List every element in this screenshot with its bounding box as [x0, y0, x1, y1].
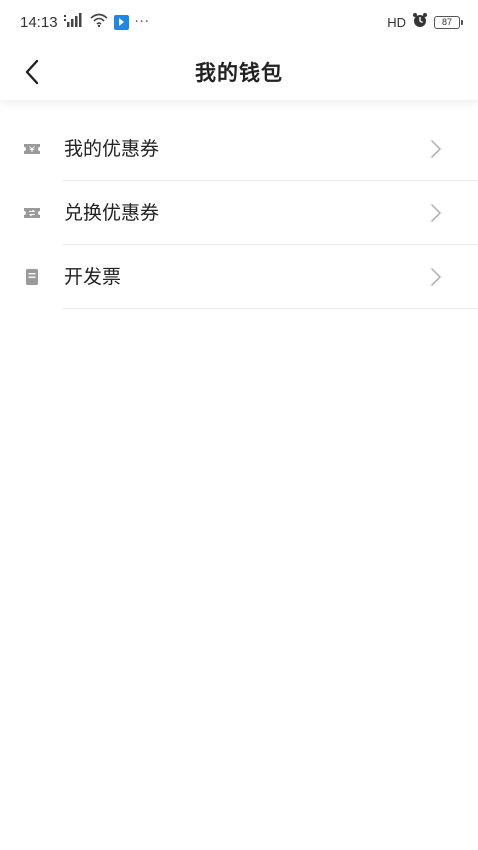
chevron-right-icon	[431, 204, 441, 222]
menu-item-label: 兑换优惠券	[64, 202, 160, 224]
coupon-icon	[22, 139, 42, 159]
status-bar: 14:13 ··· HD 87	[0, 0, 478, 44]
app-header: 我的钱包	[0, 44, 478, 100]
signal-icon	[63, 13, 84, 31]
chevron-left-icon	[25, 59, 39, 85]
back-button[interactable]	[12, 52, 52, 92]
page-title: 我的钱包	[195, 61, 283, 85]
menu-item-label: 开发票	[64, 266, 122, 288]
menu-item-exchange-coupons[interactable]: 兑换优惠券	[0, 181, 478, 245]
wallet-menu: 我的优惠券 兑换优惠券 开发票	[0, 117, 478, 309]
status-time: 14:13	[20, 13, 58, 31]
battery-icon: 87	[434, 15, 463, 29]
divider	[62, 308, 478, 309]
chevron-right-icon	[431, 268, 441, 286]
alarm-icon	[412, 12, 428, 32]
menu-item-label: 我的优惠券	[64, 138, 160, 160]
menu-item-invoice[interactable]: 开发票	[0, 245, 478, 309]
more-notifications-icon: ···	[134, 14, 150, 30]
status-left: 14:13 ···	[20, 13, 150, 31]
chevron-right-icon	[431, 140, 441, 158]
wifi-icon	[90, 13, 108, 31]
app-notification-icon	[113, 14, 129, 30]
exchange-coupon-icon	[22, 203, 42, 223]
status-right: HD 87	[387, 12, 463, 32]
menu-item-my-coupons[interactable]: 我的优惠券	[0, 117, 478, 181]
hd-indicator: HD	[387, 14, 406, 30]
invoice-icon	[22, 267, 42, 287]
